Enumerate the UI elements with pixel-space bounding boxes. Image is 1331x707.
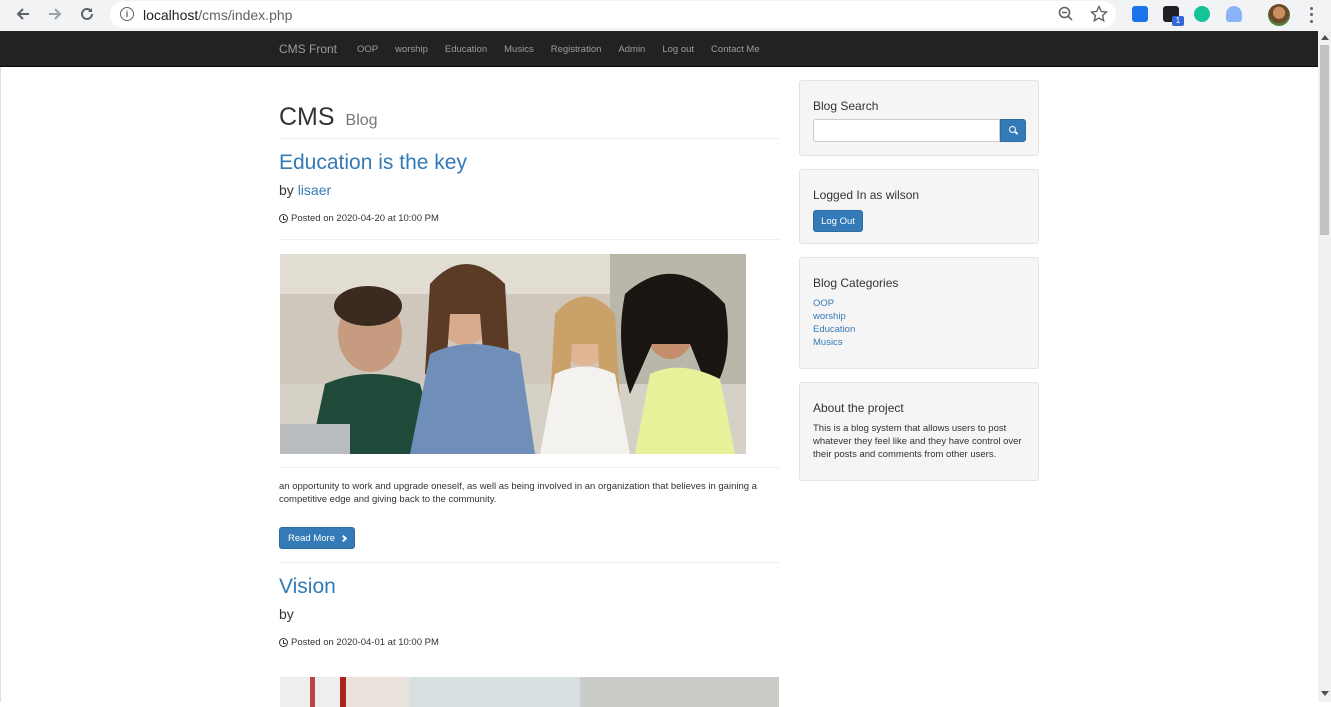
nav-link-oop[interactable]: OOP	[357, 44, 378, 55]
search-input[interactable]	[813, 119, 1000, 142]
category-list: OOP worship Education Musics	[813, 297, 855, 349]
list-item: Musics	[813, 336, 855, 349]
scroll-thumb[interactable]	[1320, 45, 1329, 235]
chevron-right-icon	[339, 534, 348, 542]
nav-link-admin[interactable]: Admin	[618, 44, 645, 55]
clock-icon	[279, 638, 288, 647]
url-host: localhost	[143, 7, 199, 23]
back-icon[interactable]	[11, 2, 35, 26]
profile-avatar[interactable]	[1268, 4, 1290, 26]
login-panel: Logged In as wilson Log Out	[799, 169, 1039, 244]
divider	[279, 239, 779, 240]
navbar-links: OOP worship Education Musics Registratio…	[357, 44, 777, 55]
nav-link-contact[interactable]: Contact Me	[711, 44, 760, 55]
category-link-worship[interactable]: worship	[813, 311, 846, 322]
site-navbar: CMS Front OOP worship Education Musics R…	[0, 31, 1318, 67]
divider	[279, 562, 779, 563]
scroll-down-arrow-icon[interactable]	[1321, 691, 1329, 696]
post-by-label: by	[279, 182, 294, 198]
extension-badge: 1	[1172, 16, 1184, 26]
page-title: CMS Blog	[279, 103, 779, 132]
page-title-text: CMS	[279, 103, 335, 131]
post-title-link[interactable]: Vision	[279, 575, 336, 599]
divider	[279, 467, 779, 468]
bookmark-star-icon[interactable]	[1089, 4, 1109, 28]
read-more-label: Read More	[288, 532, 335, 544]
clock-icon	[279, 214, 288, 223]
about-panel: About the project This is a blog system …	[799, 382, 1039, 481]
post-by-label: by	[279, 606, 294, 622]
search-button[interactable]	[1000, 119, 1026, 142]
post-image[interactable]	[280, 254, 746, 454]
nav-link-worship[interactable]: worship	[395, 44, 428, 55]
post-byline: by	[279, 606, 294, 622]
logout-button[interactable]: Log Out	[813, 210, 863, 232]
search-icon	[1008, 126, 1016, 133]
browser-menu-icon[interactable]	[1304, 5, 1318, 25]
post-title-link[interactable]: Education is the key	[279, 151, 467, 175]
list-item: Education	[813, 323, 855, 336]
post-date: Posted on 2020-04-20 at 10:00 PM	[279, 213, 439, 224]
reload-icon[interactable]	[75, 2, 99, 26]
post-date-text: Posted on 2020-04-20 at 10:00 PM	[291, 213, 439, 224]
post-date: Posted on 2020-04-01 at 10:00 PM	[279, 637, 439, 648]
address-bar[interactable]: i localhost/cms/index.php	[110, 1, 1116, 28]
extension-arrow-icon[interactable]	[1132, 6, 1148, 22]
url-path: /cms/index.php	[198, 7, 293, 23]
nav-link-registration[interactable]: Registration	[551, 44, 602, 55]
category-link-education[interactable]: Education	[813, 324, 855, 335]
category-link-musics[interactable]: Musics	[813, 337, 843, 348]
extension-cloud-icon[interactable]	[1226, 6, 1242, 22]
info-icon[interactable]: i	[120, 7, 134, 21]
nav-link-musics[interactable]: Musics	[504, 44, 534, 55]
url-text: localhost/cms/index.php	[143, 7, 292, 23]
category-link-oop[interactable]: OOP	[813, 298, 834, 309]
page-subtitle: Blog	[345, 112, 378, 129]
about-text: This is a blog system that allows users …	[813, 423, 1022, 460]
page-header: CMS Blog	[279, 103, 779, 139]
post-excerpt: an opportunity to work and upgrade onese…	[279, 481, 757, 505]
blog-categories-panel: Blog Categories OOP worship Education Mu…	[799, 257, 1039, 369]
logged-in-text: Logged In as wilson	[813, 188, 920, 202]
page-scrollbar[interactable]	[1318, 31, 1331, 702]
navbar-brand[interactable]: CMS Front	[279, 42, 337, 56]
nav-link-education[interactable]: Education	[445, 44, 487, 55]
browser-toolbar: i localhost/cms/index.php 1	[0, 0, 1331, 31]
post-image[interactable]	[280, 677, 779, 707]
grammarly-icon[interactable]	[1194, 6, 1210, 22]
post-byline: by lisaer	[279, 182, 331, 198]
read-more-button[interactable]: Read More	[279, 527, 355, 549]
nav-link-logout[interactable]: Log out	[662, 44, 694, 55]
post-date-text: Posted on 2020-04-01 at 10:00 PM	[291, 637, 439, 648]
list-item: OOP	[813, 297, 855, 310]
post-author-link[interactable]: lisaer	[298, 182, 331, 198]
blog-search-title: Blog Search	[813, 99, 879, 113]
scroll-up-arrow-icon[interactable]	[1321, 35, 1329, 40]
zoom-out-icon[interactable]	[1058, 6, 1074, 27]
blog-search-panel: Blog Search	[799, 80, 1039, 156]
list-item: worship	[813, 310, 855, 323]
about-title: About the project	[813, 401, 904, 415]
blog-categories-title: Blog Categories	[813, 276, 899, 290]
forward-icon[interactable]	[43, 2, 67, 26]
